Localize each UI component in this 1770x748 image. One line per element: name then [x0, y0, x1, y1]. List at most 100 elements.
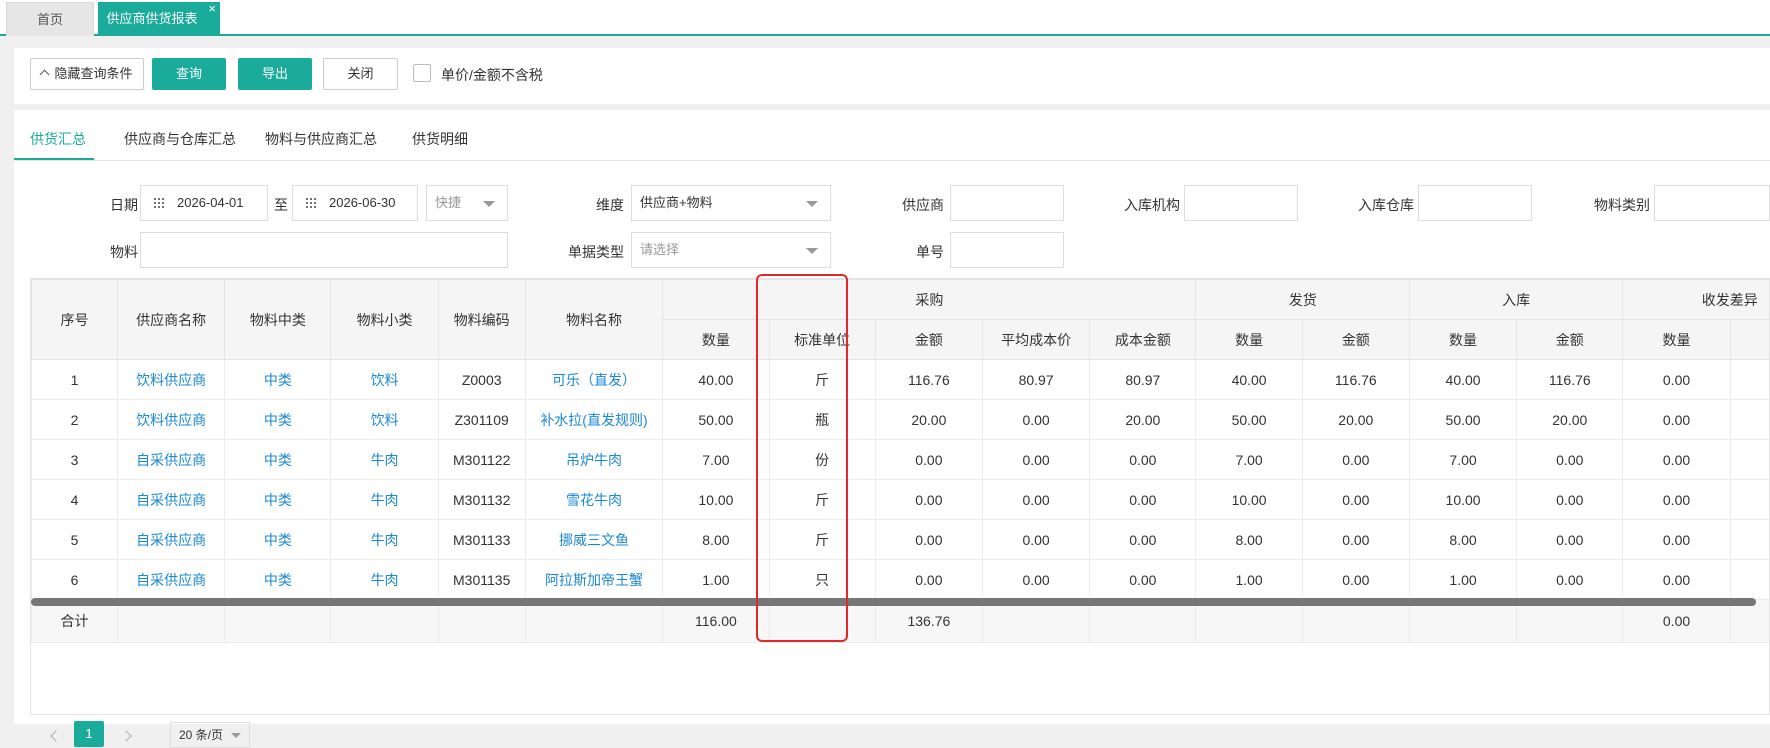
table-cell[interactable]: 饮料 [331, 360, 438, 400]
table-cell[interactable]: 饮料供应商 [117, 360, 224, 400]
table-cell[interactable]: 中类 [225, 520, 331, 560]
warehouse-input[interactable] [1418, 185, 1532, 221]
col-header: 供应商名称 [117, 280, 224, 360]
table-cell: 8.00 [663, 520, 769, 560]
tab-home[interactable]: 首页 [6, 2, 94, 36]
table-cell[interactable]: 雪花牛肉 [525, 480, 663, 520]
table-cell: 7.00 [1196, 440, 1302, 480]
supplier-label: 供应商 [864, 195, 944, 215]
tax-exclusive-label: 单价/金额不含税 [441, 65, 543, 85]
material-input[interactable] [140, 232, 508, 268]
col-header: 数量 [1409, 320, 1516, 360]
doc-type-select[interactable]: 请选择 [631, 232, 831, 268]
table-cell: 50.00 [1196, 400, 1302, 440]
table-cell[interactable]: 自采供应商 [117, 440, 224, 480]
close-button[interactable]: 关闭 [323, 58, 398, 90]
table-cell[interactable]: 自采供应商 [117, 480, 224, 520]
table-cell: 0.00 [1623, 560, 1730, 600]
page-size-select[interactable]: 20 条/页 [170, 722, 250, 748]
table-cell: 0.00 [1517, 440, 1623, 480]
export-button[interactable]: 导出 [238, 58, 312, 90]
table-cell: 0.00 [982, 400, 1089, 440]
quick-date-value: 快捷 [435, 195, 461, 210]
date-from-input[interactable]: 2026-04-01 [140, 185, 268, 221]
chevron-right-icon[interactable] [120, 730, 131, 741]
table-cell[interactable]: 牛肉 [331, 560, 438, 600]
table-cell[interactable]: 中类 [225, 440, 331, 480]
table-cell: 0.00 [1623, 480, 1730, 520]
hide-query-button[interactable]: 隐藏查询条件 [30, 58, 144, 90]
table-cell[interactable]: 阿拉斯加帝王蟹 [525, 560, 663, 600]
table-cell[interactable]: 中类 [225, 480, 331, 520]
table-cell[interactable]: 可乐（直发） [525, 360, 663, 400]
material-type-input[interactable] [1654, 185, 1770, 221]
table-cell: 50.00 [663, 400, 769, 440]
table-cell[interactable]: 中类 [225, 360, 331, 400]
horizontal-scrollbar[interactable] [31, 598, 1756, 606]
table-cell[interactable]: 牛肉 [331, 440, 438, 480]
table-cell[interactable]: 补水拉(直发规则) [525, 400, 663, 440]
subtab-supply-summary[interactable]: 供货汇总 [30, 129, 86, 149]
table-cell: 116.76 [875, 360, 982, 400]
col-header: 数量 [1196, 320, 1302, 360]
table-cell[interactable]: 牛肉 [331, 520, 438, 560]
table-cell[interactable]: 自采供应商 [117, 520, 224, 560]
table-cell[interactable]: 挪威三文鱼 [525, 520, 663, 560]
table-cell: 份 [769, 440, 875, 480]
col-header: 物料小类 [331, 280, 438, 360]
table-cell: 20.00 [1090, 400, 1196, 440]
doc-no-input[interactable] [950, 232, 1064, 268]
table-cell[interactable]: 中类 [225, 400, 331, 440]
table-cell: 瓶 [769, 400, 875, 440]
table-cell: 0.00 [1302, 480, 1409, 520]
table-cell[interactable]: 饮料 [331, 400, 438, 440]
table-cell[interactable]: 中类 [225, 560, 331, 600]
table-cell: 0.00 [875, 440, 982, 480]
org-input[interactable] [1184, 185, 1298, 221]
subtab-material-supplier[interactable]: 物料与供应商汇总 [265, 129, 377, 149]
table-cell[interactable]: 牛肉 [331, 480, 438, 520]
quick-date-select[interactable]: 快捷 [426, 185, 508, 221]
group-header-inbound: 入库 [1409, 280, 1622, 320]
dimension-label: 维度 [544, 195, 624, 215]
table-cell[interactable]: 自采供应商 [117, 560, 224, 600]
table-body: 1饮料供应商中类饮料Z0003可乐（直发）40.00斤116.7680.9780… [32, 360, 1770, 600]
tab-bar: 首页 供应商供货报表 × [0, 0, 1770, 36]
subtab-supply-detail[interactable]: 供货明细 [412, 129, 468, 149]
supplier-input[interactable] [950, 185, 1064, 221]
hide-query-label: 隐藏查询条件 [54, 66, 132, 81]
table-row: 2饮料供应商中类饮料Z301109补水拉(直发规则)50.00瓶20.000.0… [32, 400, 1770, 440]
table-cell: 斤 [769, 360, 875, 400]
table-cell: Z301109 [438, 400, 525, 440]
table-cell: 0.00 [875, 520, 982, 560]
close-icon[interactable]: × [208, 0, 216, 26]
report-subtabs: 供货汇总 供应商与仓库汇总 物料与供应商汇总 供货明细 [14, 110, 1770, 161]
table-cell: 6 [32, 560, 118, 600]
chevron-down-icon [231, 733, 241, 738]
date-to-input[interactable]: 2026-06-30 [292, 185, 418, 221]
col-header: 物料编码 [438, 280, 525, 360]
table-cell: Z0003 [438, 360, 525, 400]
table-cell[interactable]: 吊炉牛肉 [525, 440, 663, 480]
table-cell: 0.00 [1090, 520, 1196, 560]
table-cell: 7.00 [663, 440, 769, 480]
table-cell: 0.00 [1730, 560, 1770, 600]
table-row: 6自采供应商中类牛肉M301135阿拉斯加帝王蟹1.00只0.000.000.0… [32, 560, 1770, 600]
table-cell: 0.00 [875, 560, 982, 600]
table-cell: 116.76 [1517, 360, 1623, 400]
table-cell[interactable]: 饮料供应商 [117, 400, 224, 440]
table-cell: 10.00 [663, 480, 769, 520]
tax-exclusive-checkbox[interactable] [413, 64, 431, 82]
chevron-down-icon [806, 248, 818, 254]
chevron-left-icon[interactable] [50, 730, 61, 741]
query-button[interactable]: 查询 [152, 58, 226, 90]
table-cell: 0.00 [1090, 480, 1196, 520]
page-number-current[interactable]: 1 [74, 721, 104, 747]
tab-supplier-report[interactable]: 供应商供货报表 × [98, 2, 220, 36]
dimension-select[interactable]: 供应商+物料 [631, 185, 831, 221]
doc-type-label: 单据类型 [534, 242, 624, 262]
table-cell: 斤 [769, 520, 875, 560]
org-label: 入库机构 [1100, 195, 1180, 215]
subtab-supplier-warehouse[interactable]: 供应商与仓库汇总 [124, 129, 236, 149]
col-header: 物料中类 [225, 280, 331, 360]
